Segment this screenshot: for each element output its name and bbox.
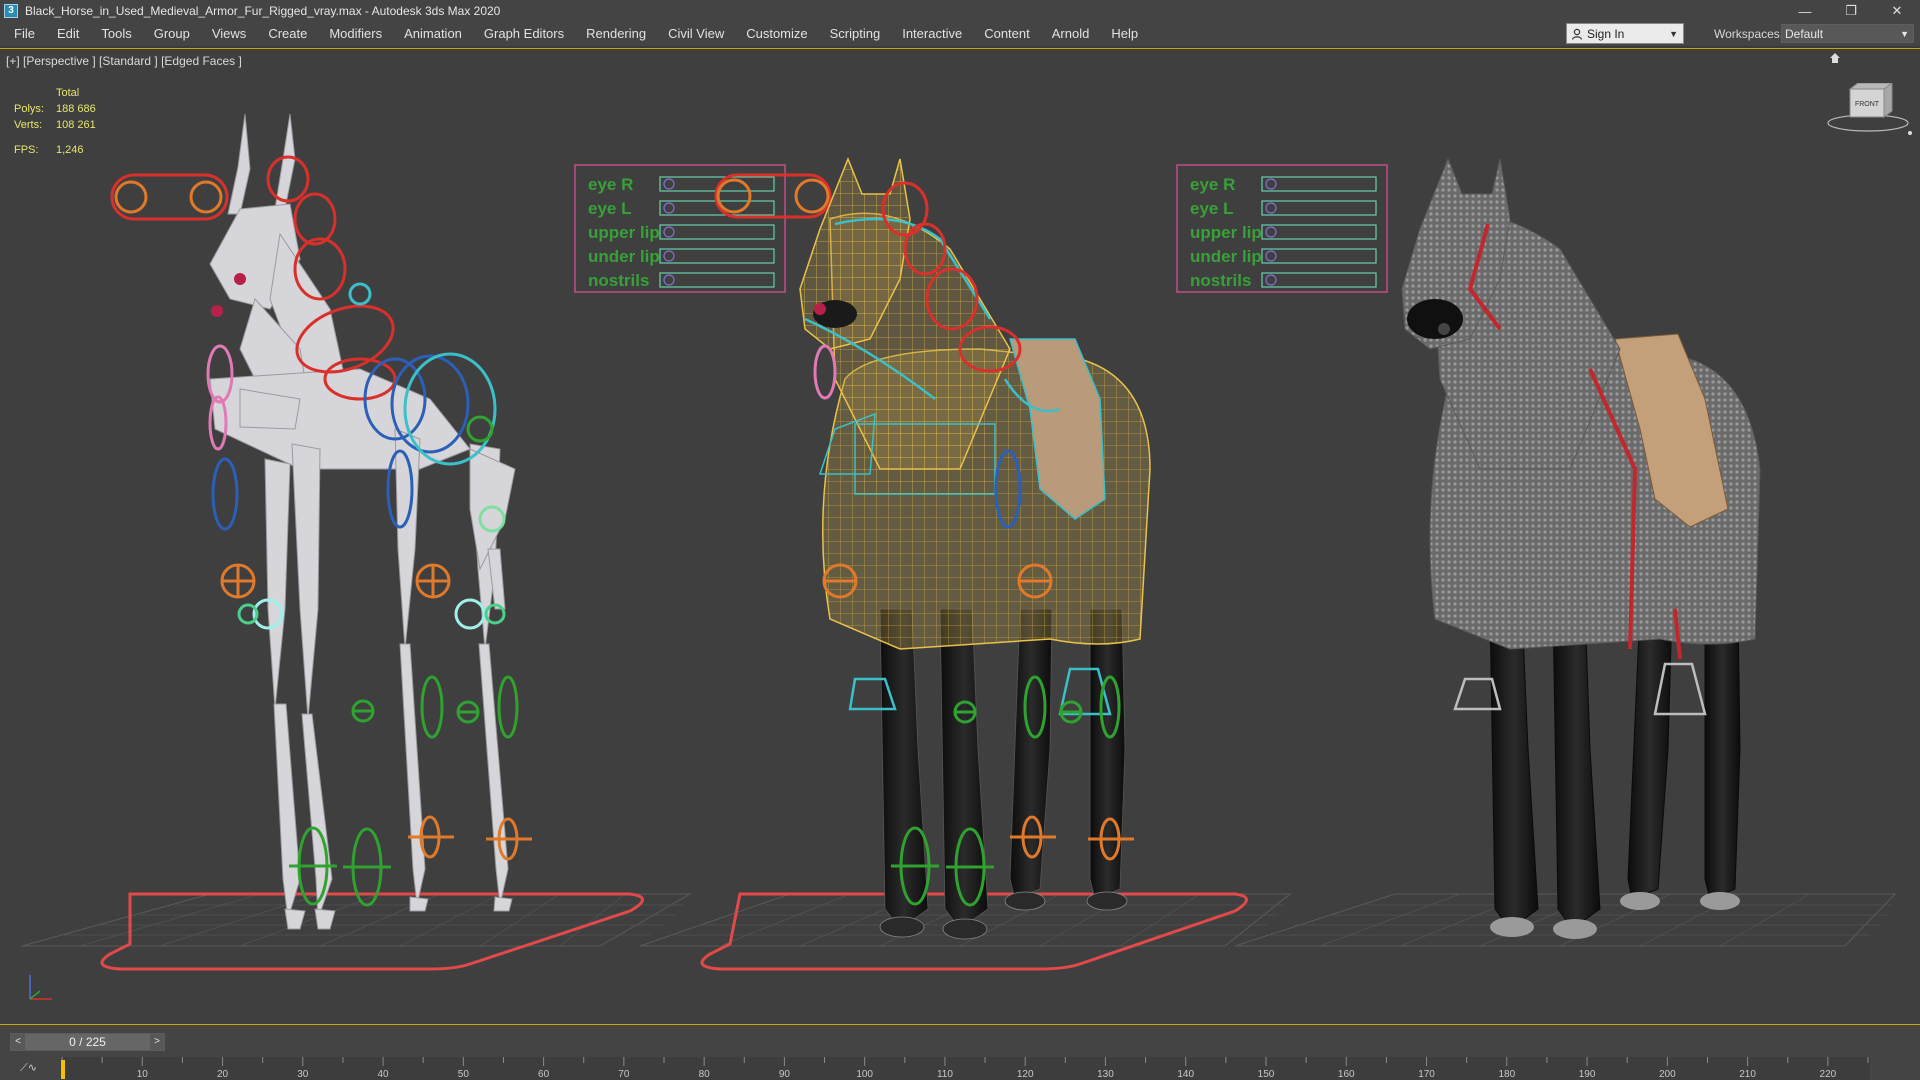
- panel2-under-lip-label: under lip: [1190, 247, 1262, 266]
- restore-button[interactable]: ❐: [1828, 0, 1874, 22]
- menu-tools[interactable]: Tools: [93, 22, 145, 46]
- face-control-panel-2[interactable]: eye R eye L upper lip under lip nostrils: [1176, 164, 1388, 293]
- menu-graph-editors[interactable]: Graph Editors: [476, 22, 578, 46]
- menu-group[interactable]: Group: [146, 22, 204, 46]
- menu-civil-view[interactable]: Civil View: [660, 22, 738, 46]
- timeline-tick-label: 90: [779, 1069, 791, 1080]
- timeline-tick-label: 120: [1017, 1069, 1034, 1080]
- curve-editor-icon[interactable]: ⟋∿: [20, 1057, 42, 1079]
- timeline-tick-label: 60: [538, 1069, 550, 1080]
- horse-shaded-model[interactable]: [1401, 157, 1761, 939]
- panel1-eye-l-label: eye L: [588, 199, 631, 218]
- axis-tripod-icon: [29, 975, 52, 1000]
- timeline-tick-label: 220: [1820, 1069, 1837, 1080]
- menu-arnold[interactable]: Arnold: [1044, 22, 1104, 46]
- chevron-down-icon: ▼: [1669, 29, 1678, 39]
- close-button[interactable]: ✕: [1874, 0, 1920, 22]
- perspective-viewport[interactable]: [+] [Perspective ] [Standard ] [Edged Fa…: [0, 48, 1920, 1025]
- timeline-area: < 0 / 225 > ⟋∿ 10 20 30 40 50 60 70 80 90 100 110 1…: [0, 1025, 1920, 1080]
- menu-edit[interactable]: Edit: [49, 22, 93, 46]
- timeline-tick-label: 20: [217, 1069, 229, 1080]
- panel1-under-lip-label: under lip: [588, 247, 660, 266]
- timeline-tick-label: 110: [937, 1069, 953, 1080]
- menu-views[interactable]: Views: [204, 22, 260, 46]
- panel1-eye-r-label: eye R: [588, 175, 633, 194]
- home-icon[interactable]: [1830, 53, 1840, 63]
- panel1-upper-lip-label: upper lip: [588, 223, 660, 242]
- face-control-panel-1[interactable]: eye R eye L upper lip under lip nostrils: [574, 164, 832, 293]
- menu-help[interactable]: Help: [1103, 22, 1152, 46]
- time-cursor[interactable]: [61, 1060, 65, 1079]
- timeline-tick-label: 150: [1258, 1069, 1275, 1080]
- timeline-tick-label: 50: [458, 1069, 470, 1080]
- ground-grid-left: [21, 893, 692, 947]
- menu-bar: File Edit Tools Group Views Create Modif…: [0, 22, 1920, 46]
- menu-modifiers[interactable]: Modifiers: [321, 22, 396, 46]
- horse-wireframe-model[interactable]: [799, 156, 1151, 940]
- menu-items: File Edit Tools Group Views Create Modif…: [0, 22, 1152, 46]
- prev-frame-button[interactable]: <: [11, 1034, 25, 1050]
- timeline-tick-label: 190: [1579, 1069, 1596, 1080]
- view-cube[interactable]: FRONT: [1822, 83, 1914, 137]
- workspaces-select[interactable]: Default ▼: [1781, 24, 1914, 43]
- horse-bone-rig[interactable]: [209, 113, 516, 930]
- sign-in-label: Sign In: [1587, 26, 1625, 41]
- user-icon: [1571, 28, 1583, 40]
- next-frame-button[interactable]: >: [150, 1034, 164, 1050]
- time-slider[interactable]: < 0 / 225 >: [10, 1033, 165, 1051]
- viewcube-face-label: FRONT: [1855, 101, 1880, 108]
- frame-readout[interactable]: 0 / 225: [25, 1034, 150, 1050]
- app-icon: 3: [4, 4, 18, 18]
- timeline-tick-label: 160: [1338, 1069, 1355, 1080]
- panel2-eye-r-label: eye R: [1190, 175, 1235, 194]
- timeline-tick-label: 40: [378, 1069, 390, 1080]
- timeline-tick-label: 130: [1097, 1069, 1114, 1080]
- panel2-upper-lip-label: upper lip: [1190, 223, 1262, 242]
- timeline-tick-label: 30: [297, 1069, 309, 1080]
- window-title: Black_Horse_in_Used_Medieval_Armor_Fur_R…: [25, 4, 501, 18]
- timeline-tick-label: 70: [618, 1069, 630, 1080]
- minimize-button[interactable]: —: [1782, 0, 1828, 22]
- sign-in-button[interactable]: Sign In ▼: [1566, 23, 1684, 44]
- title-bar: 3 Black_Horse_in_Used_Medieval_Armor_Fur…: [0, 0, 1920, 22]
- menu-rendering[interactable]: Rendering: [578, 22, 660, 46]
- workspaces-label: Workspaces:: [1714, 27, 1784, 41]
- timeline-tick-label: 210: [1739, 1069, 1756, 1080]
- menu-scripting[interactable]: Scripting: [822, 22, 895, 46]
- menu-customize[interactable]: Customize: [738, 22, 821, 46]
- timeline-tick-label: 100: [856, 1069, 873, 1080]
- panel2-nostrils-label: nostrils: [1190, 271, 1251, 290]
- timeline-tick-label: 80: [699, 1069, 711, 1080]
- menu-animation[interactable]: Animation: [396, 22, 476, 46]
- timeline-tick-label: 10: [137, 1069, 149, 1080]
- track-bar[interactable]: 10 20 30 40 50 60 70 80 90 100 110 120 130 140 150 160 1…: [60, 1057, 1870, 1080]
- timeline-tick-label: 200: [1659, 1069, 1676, 1080]
- workspaces-value: Default: [1785, 27, 1824, 41]
- panel2-eye-l-label: eye L: [1190, 199, 1233, 218]
- scene-canvas[interactable]: eye R eye L upper lip under lip nostrils: [0, 49, 1920, 1025]
- menu-file[interactable]: File: [6, 22, 49, 46]
- menu-content[interactable]: Content: [976, 22, 1044, 46]
- timeline-tick-label: 180: [1498, 1069, 1515, 1080]
- menu-interactive[interactable]: Interactive: [894, 22, 976, 46]
- chevron-down-icon: ▼: [1900, 29, 1909, 39]
- panel1-nostrils-label: nostrils: [588, 271, 649, 290]
- timeline-tick-label: 170: [1418, 1069, 1435, 1080]
- window-controls: — ❐ ✕: [1782, 0, 1920, 22]
- timeline-tick-label: 140: [1177, 1069, 1194, 1080]
- menu-create[interactable]: Create: [260, 22, 321, 46]
